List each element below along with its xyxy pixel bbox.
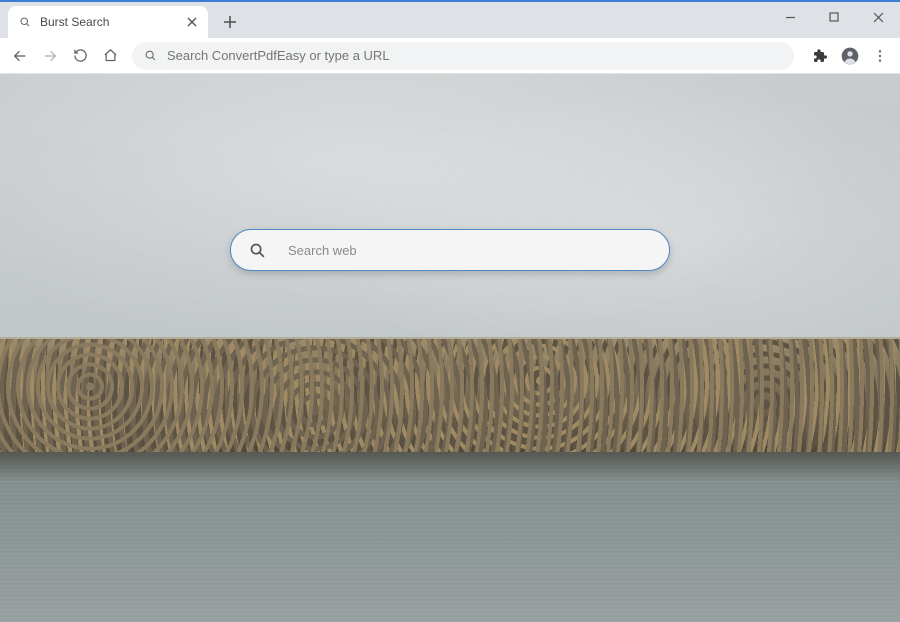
close-tab-button[interactable] xyxy=(184,14,200,30)
browser-window: Burst Search xyxy=(0,0,900,622)
tab-title: Burst Search xyxy=(40,15,184,29)
tab-strip: Burst Search xyxy=(0,2,900,38)
back-button[interactable] xyxy=(6,42,34,70)
page-search xyxy=(230,229,670,271)
page-search-box[interactable] xyxy=(230,229,670,271)
rocks-region xyxy=(0,337,900,458)
water-region xyxy=(0,452,900,622)
menu-button[interactable] xyxy=(866,42,894,70)
window-controls xyxy=(768,2,900,32)
maximize-button[interactable] xyxy=(812,2,856,32)
magnifier-icon xyxy=(18,15,32,29)
profile-button[interactable] xyxy=(836,42,864,70)
home-button[interactable] xyxy=(96,42,124,70)
background-image xyxy=(0,74,900,622)
address-bar[interactable] xyxy=(132,42,794,70)
toolbar-right xyxy=(806,42,894,70)
new-tab-button[interactable] xyxy=(216,8,244,36)
extensions-button[interactable] xyxy=(806,42,834,70)
search-icon xyxy=(144,49,157,62)
browser-tab[interactable]: Burst Search xyxy=(8,6,208,38)
toolbar xyxy=(0,38,900,74)
page-search-input[interactable] xyxy=(288,243,651,258)
forward-button[interactable] xyxy=(36,42,64,70)
close-window-button[interactable] xyxy=(856,2,900,32)
minimize-button[interactable] xyxy=(768,2,812,32)
reload-button[interactable] xyxy=(66,42,94,70)
address-input[interactable] xyxy=(167,48,782,63)
sky-region xyxy=(0,74,900,375)
search-icon xyxy=(249,242,266,259)
page-viewport xyxy=(0,74,900,622)
